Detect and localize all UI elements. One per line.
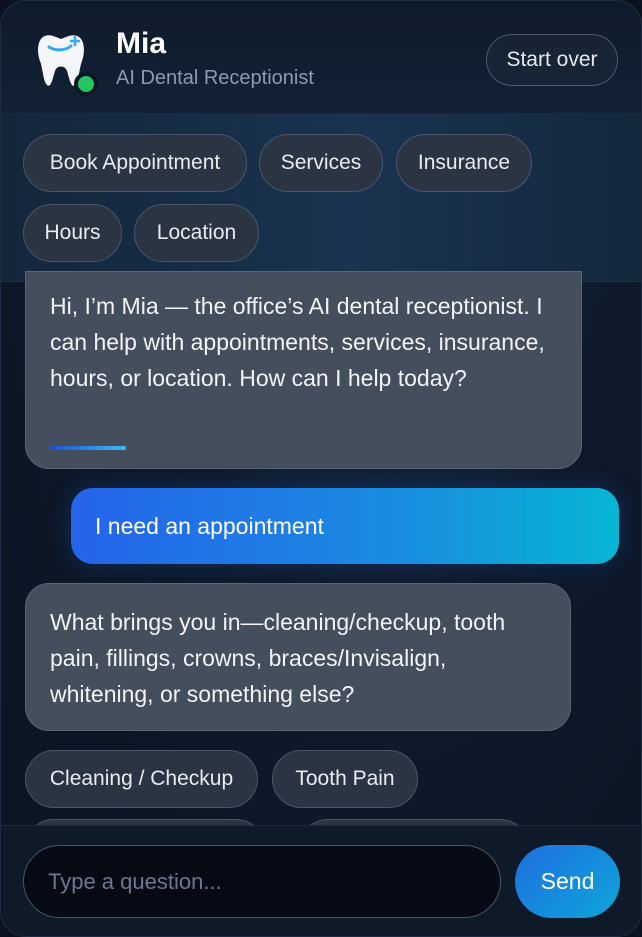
message-input[interactable] xyxy=(23,845,501,918)
send-button[interactable]: Send xyxy=(515,845,620,918)
suggestion-cleaning-checkup[interactable]: Cleaning / Checkup xyxy=(25,750,258,808)
message-progress-bar xyxy=(50,446,126,450)
bot-message-text: Hi, I’m Mia — the office’s AI dental rec… xyxy=(50,293,545,391)
quick-action-location[interactable]: Location xyxy=(134,204,259,262)
user-message: I need an appointment xyxy=(71,488,619,564)
chat-widget: Mia AI Dental Receptionist Start over Bo… xyxy=(0,0,642,937)
quick-action-book-appointment[interactable]: Book Appointment xyxy=(23,134,247,192)
quick-action-services[interactable]: Services xyxy=(259,134,383,192)
suggestion-tooth-pain[interactable]: Tooth Pain xyxy=(272,750,418,808)
online-status-dot xyxy=(74,72,98,96)
bot-message: What brings you in—cleaning/checkup, too… xyxy=(25,583,571,731)
chat-header: Mia AI Dental Receptionist Start over xyxy=(1,1,641,114)
bot-message-text: What brings you in—cleaning/checkup, too… xyxy=(50,609,506,707)
user-message-text: I need an appointment xyxy=(95,512,324,539)
bot-message: Hi, I’m Mia — the office’s AI dental rec… xyxy=(25,271,582,469)
quick-action-insurance[interactable]: Insurance xyxy=(396,134,532,192)
start-over-button[interactable]: Start over xyxy=(486,34,618,86)
assistant-role: AI Dental Receptionist xyxy=(116,67,314,89)
assistant-name: Mia xyxy=(116,27,167,60)
quick-actions-bar: Book Appointment Services Insurance Hour… xyxy=(1,114,641,282)
quick-action-hours[interactable]: Hours xyxy=(23,204,122,262)
